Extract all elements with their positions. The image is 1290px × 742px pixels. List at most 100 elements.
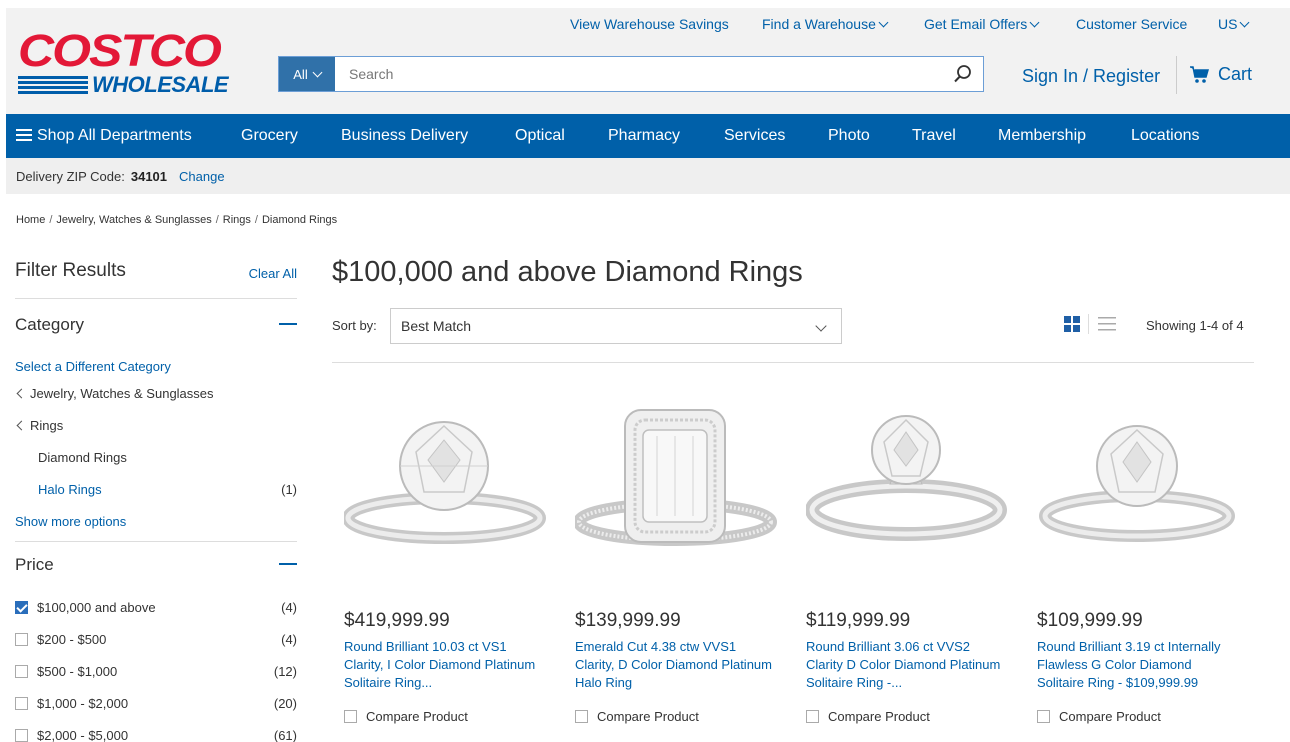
nav-item-membership[interactable]: Membership xyxy=(998,127,1086,145)
price-option-1000-2000[interactable]: $1,000 - $2,000 (20) xyxy=(15,696,297,711)
compare-checkbox[interactable] xyxy=(806,710,819,723)
compare-label: Compare Product xyxy=(1059,709,1161,724)
product-tile: $119,999.99 Round Brilliant 3.06 ct VVS2… xyxy=(805,400,1012,724)
search-scope-label: All xyxy=(293,66,308,82)
nav-item-business-delivery[interactable]: Business Delivery xyxy=(341,127,468,145)
compare-product[interactable]: Compare Product xyxy=(575,709,699,724)
price-heading[interactable]: Price xyxy=(15,555,297,575)
chevron-left-icon xyxy=(16,388,27,399)
checkbox[interactable] xyxy=(15,665,28,678)
chevron-left-icon xyxy=(16,420,27,431)
product-name-link[interactable]: Emerald Cut 4.38 ctw VVS1 Clarity, D Col… xyxy=(575,638,775,692)
sidebar-divider xyxy=(15,541,297,542)
hamburger-menu-icon xyxy=(16,129,32,141)
checkbox[interactable] xyxy=(15,697,28,710)
show-more-options-link[interactable]: Show more options xyxy=(15,514,297,529)
breadcrumb-jewelry[interactable]: Jewelry, Watches & Sunglasses xyxy=(56,214,211,226)
find-warehouse-link[interactable]: Find a Warehouse xyxy=(762,16,889,32)
checkbox[interactable] xyxy=(15,729,28,742)
product-name-link[interactable]: Round Brilliant 3.19 ct Internally Flawl… xyxy=(1037,638,1237,692)
nav-item-travel[interactable]: Travel xyxy=(912,127,956,145)
view-warehouse-savings-link[interactable]: View Warehouse Savings xyxy=(570,16,729,32)
category-child-count: (1) xyxy=(281,482,297,497)
main-divider xyxy=(332,362,1254,363)
product-image[interactable] xyxy=(805,400,1012,570)
price-option-200-500[interactable]: $200 - $500 (4) xyxy=(15,632,297,647)
category-child-label: Halo Rings xyxy=(38,482,102,497)
zip-code: 34101 xyxy=(130,168,168,184)
email-offers-link[interactable]: Get Email Offers xyxy=(924,16,1040,32)
clear-all-link[interactable]: Clear All xyxy=(249,266,297,281)
view-toggle-divider xyxy=(1088,314,1089,334)
chevron-down-icon xyxy=(878,17,889,28)
ring-image xyxy=(1039,425,1235,542)
price-option-label: $200 - $500 xyxy=(37,632,107,647)
category-heading-label: Category xyxy=(15,315,84,334)
price-option-100000-plus[interactable]: $100,000 and above (4) xyxy=(15,600,297,615)
compare-label: Compare Product xyxy=(366,709,468,724)
compare-product[interactable]: Compare Product xyxy=(344,709,468,724)
product-price: $139,999.99 xyxy=(575,610,681,631)
compare-checkbox[interactable] xyxy=(1037,710,1050,723)
price-option-label: $1,000 - $2,000 xyxy=(37,696,129,711)
search-input[interactable] xyxy=(335,57,943,91)
search-scope-dropdown[interactable]: All xyxy=(279,57,335,91)
clear-all-row: Clear All xyxy=(15,266,297,281)
price-option-2000-5000[interactable]: $2,000 - $5,000 (61) xyxy=(15,728,297,742)
breadcrumb-home[interactable]: Home xyxy=(16,214,45,226)
email-offers-label: Get Email Offers xyxy=(924,16,1028,32)
product-price: $109,999.99 xyxy=(1037,610,1143,631)
product-image[interactable] xyxy=(342,400,550,570)
category-heading[interactable]: Category xyxy=(15,315,297,335)
nav-item-optical[interactable]: Optical xyxy=(515,127,565,145)
breadcrumb-rings[interactable]: Rings xyxy=(223,214,251,226)
costco-logo[interactable]: COSTCO WHOLESALE xyxy=(18,28,258,102)
checkbox-checked[interactable] xyxy=(15,601,28,614)
main-nav: Shop All Departments Grocery Business De… xyxy=(6,114,1290,158)
compare-product[interactable]: Compare Product xyxy=(806,709,930,724)
list-view-icon[interactable] xyxy=(1098,316,1116,332)
category-parent-jewelry[interactable]: Jewelry, Watches & Sunglasses xyxy=(15,386,297,401)
product-image[interactable] xyxy=(573,400,781,570)
product-tile: $419,999.99 Round Brilliant 10.03 ct VS1… xyxy=(342,400,550,724)
product-name-link[interactable]: Round Brilliant 10.03 ct VS1 Clarity, I … xyxy=(344,638,544,692)
search-button[interactable] xyxy=(943,57,983,91)
breadcrumb-separator: / xyxy=(215,214,219,226)
search-icon xyxy=(954,65,971,83)
site-header: COSTCO WHOLESALE View Warehouse Savings … xyxy=(6,8,1290,114)
compare-label: Compare Product xyxy=(597,709,699,724)
checkbox[interactable] xyxy=(15,633,28,646)
compare-checkbox[interactable] xyxy=(575,710,588,723)
category-parent-rings[interactable]: Rings xyxy=(15,418,297,433)
find-warehouse-label: Find a Warehouse xyxy=(762,16,876,32)
ring-image xyxy=(805,415,1007,541)
nav-item-pharmacy[interactable]: Pharmacy xyxy=(608,127,680,145)
nav-item-services[interactable]: Services xyxy=(724,127,785,145)
sort-value: Best Match xyxy=(401,318,472,334)
breadcrumb: Home / Jewelry, Watches & Sunglasses / Rings… xyxy=(16,214,337,226)
product-image[interactable] xyxy=(1037,400,1243,570)
compare-label: Compare Product xyxy=(828,709,930,724)
nav-shop-all-departments[interactable]: Shop All Departments xyxy=(16,127,192,145)
compare-checkbox[interactable] xyxy=(344,710,357,723)
grid-view-icon[interactable] xyxy=(1064,316,1080,332)
cart-icon xyxy=(1190,65,1209,83)
nav-item-locations[interactable]: Locations xyxy=(1131,127,1200,145)
select-different-category-link[interactable]: Select a Different Category xyxy=(15,359,297,374)
price-option-500-1000[interactable]: $500 - $1,000 (12) xyxy=(15,664,297,679)
nav-item-photo[interactable]: Photo xyxy=(828,127,870,145)
customer-service-link[interactable]: Customer Service xyxy=(1076,16,1187,32)
sign-in-register-link[interactable]: Sign In / Register xyxy=(1022,66,1160,87)
country-selector[interactable]: US xyxy=(1218,16,1250,32)
product-tile: $139,999.99 Emerald Cut 4.38 ctw VVS1 Cl… xyxy=(573,400,781,724)
header-divider xyxy=(1176,56,1177,94)
compare-product[interactable]: Compare Product xyxy=(1037,709,1161,724)
nav-item-grocery[interactable]: Grocery xyxy=(241,127,298,145)
sort-dropdown[interactable]: Best Match xyxy=(390,308,842,344)
product-price: $119,999.99 xyxy=(806,610,911,631)
category-child-halo-rings[interactable]: Halo Rings (1) xyxy=(15,482,297,497)
product-name-link[interactable]: Round Brilliant 3.06 ct VVS2 Clarity D C… xyxy=(806,638,1006,692)
change-zip-link[interactable]: Change xyxy=(179,169,225,184)
cart-link[interactable]: Cart xyxy=(1190,64,1252,85)
price-option-count: (61) xyxy=(273,728,297,742)
